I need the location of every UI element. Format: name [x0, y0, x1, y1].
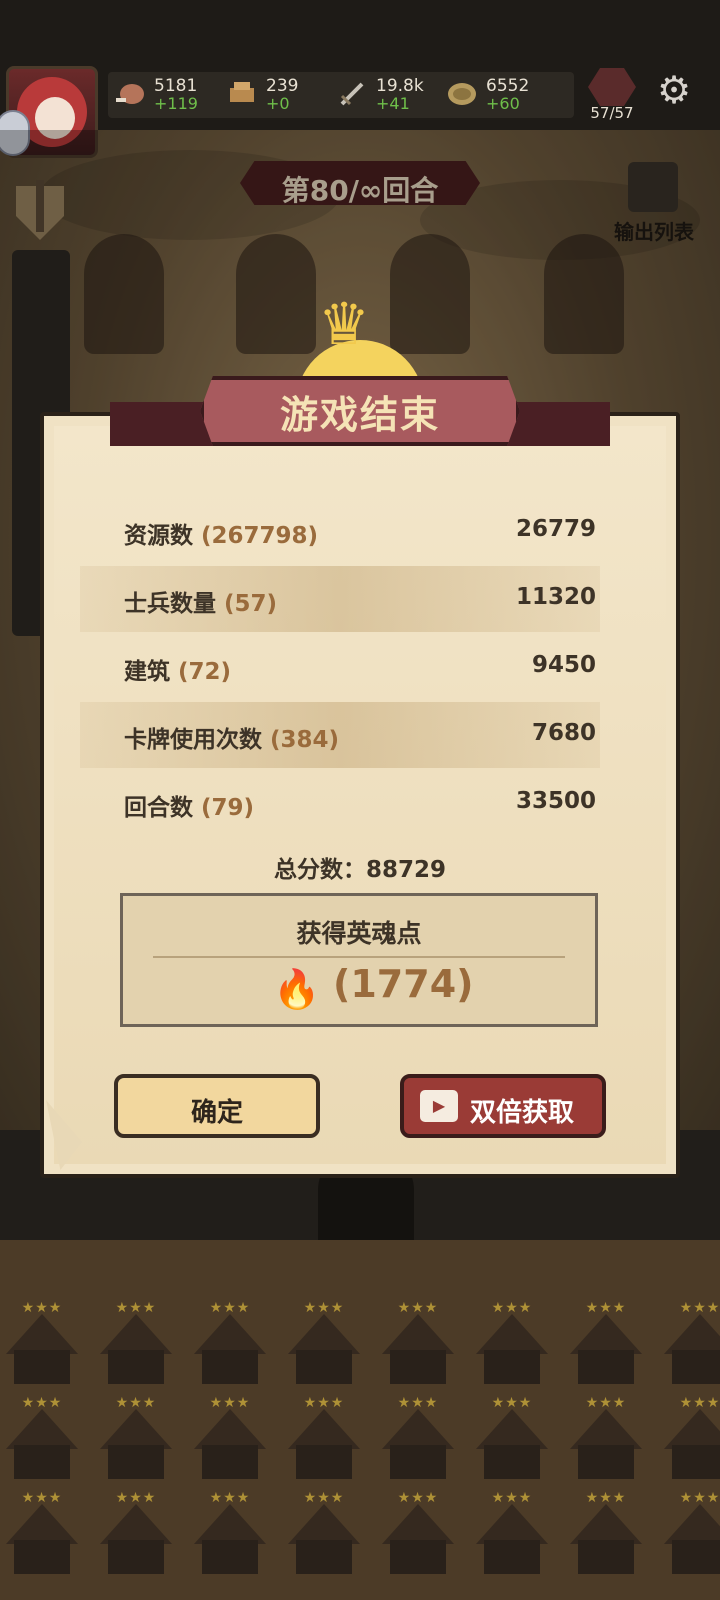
sword-icon [340, 82, 364, 106]
resource-increment: +41 [376, 94, 410, 113]
resource-value: 5181 [154, 76, 198, 96]
score-value: 7680 [531, 720, 596, 746]
wood-icon [230, 82, 254, 102]
score-count: (57) [224, 591, 278, 617]
resource-increment: +60 [486, 94, 520, 113]
soul-points-box: 获得英魂点 🔥 (1774) [120, 893, 598, 1027]
score-row: 建筑 (72) 9450 [80, 634, 600, 700]
score-row: 卡牌使用次数 (384) 7680 [80, 702, 600, 768]
soul-points-header: 获得英魂点 [296, 919, 422, 948]
meat-icon [116, 84, 144, 104]
double-reward-label: 双倍获取 [470, 1098, 575, 1128]
score-label: 回合数 (79) [124, 795, 255, 821]
confirm-label: 确定 [190, 1098, 243, 1128]
crown-icon: ♛ [318, 290, 370, 358]
score-label: 资源数 (267798) [124, 523, 319, 549]
score-value: 9450 [531, 652, 596, 678]
score-row: 资源数 (267798) 26779 [80, 498, 600, 564]
soldier-count-text: 57/57 [590, 104, 634, 122]
total-score: 总分数：88729 [273, 857, 447, 883]
game-screen: 5181 +119 239 +0 19.8k +41 6552 +60 57/5… [0, 0, 720, 1600]
score-count: (267798) [201, 523, 319, 549]
gear-icon[interactable]: ⚙ [654, 70, 694, 110]
score-value: 33500 [515, 788, 596, 814]
score-count: (384) [270, 727, 340, 753]
double-reward-button[interactable]: ▶ 双倍获取 [400, 1074, 606, 1138]
score-row: 士兵数量 (57) 11320 [80, 566, 600, 632]
score-count: (79) [201, 795, 255, 821]
video-ad-icon: ▶ [420, 1090, 458, 1122]
resource-increment: +119 [154, 94, 198, 113]
score-row: 回合数 (79) 33500 [80, 770, 600, 836]
soldier-icon [588, 68, 636, 106]
score-value: 26779 [515, 516, 596, 542]
soul-points-value: (1774) [333, 962, 474, 1006]
resource-value: 239 [266, 76, 299, 96]
resource-value: 19.8k [376, 76, 424, 96]
score-label: 卡牌使用次数 (384) [124, 727, 340, 753]
dialog-title: 游戏结束 [279, 393, 440, 437]
soldier-count[interactable]: 57/57 [584, 68, 640, 124]
resource-value: 6552 [486, 76, 530, 96]
score-label: 士兵数量 (57) [124, 591, 278, 617]
score-value: 11320 [515, 584, 596, 610]
coin-icon [448, 83, 476, 105]
blue-flame-icon: 🔥 [273, 967, 321, 1011]
confirm-button[interactable]: 确定 [114, 1074, 320, 1138]
dialog-title-ribbon: 游戏结束 [110, 372, 610, 460]
score-label: 建筑 (72) [124, 659, 232, 685]
score-count: (72) [178, 659, 232, 685]
resource-increment: +0 [266, 94, 290, 113]
divider [153, 956, 565, 958]
